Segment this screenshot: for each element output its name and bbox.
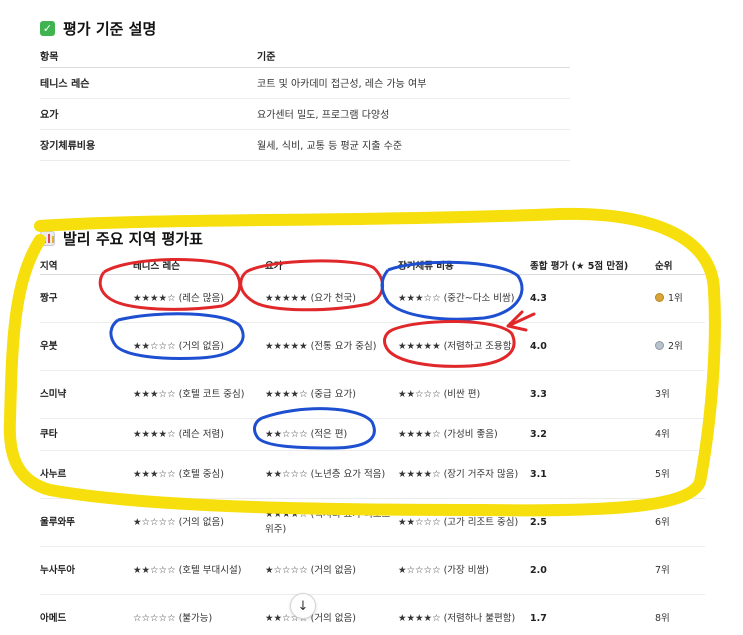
rank-cell: 8위 (655, 594, 705, 635)
scroll-down-button[interactable]: ↓ (290, 593, 316, 619)
region-cell: 스미냑 (40, 370, 133, 419)
cost-cell: ★★☆☆☆ (비싼 편) (398, 370, 530, 419)
cost-cell: ★★★★☆ (장기 거주자 많음) (398, 450, 530, 499)
cost-cell: ★☆☆☆☆ (가장 비쌈) (398, 546, 530, 595)
rank-cell: 3위 (655, 370, 705, 419)
region-cell: 누사두아 (40, 546, 133, 595)
table-row: 누사두아 ★★☆☆☆ (호텔 부대시설) ★☆☆☆☆ (거의 없음) ★☆☆☆☆… (40, 546, 705, 595)
score-cell: 3.1 (530, 450, 655, 499)
rank-cell: 1위 (655, 274, 705, 323)
criteria-title-text: 평가 기준 설명 (63, 20, 157, 38)
bar-chart-icon (40, 231, 55, 246)
score-cell: 2.5 (530, 498, 655, 547)
rank-cell: 6위 (655, 498, 705, 547)
header-cost: 장기체류 비용 (398, 256, 530, 275)
tennis-cell: ★★★★☆ (레슨 저렴) (133, 418, 265, 451)
table-row: 쿠타 ★★★★☆ (레슨 저렴) ★★☆☆☆ (적은 편) ★★★★☆ (가성비… (40, 418, 705, 451)
criteria-section-title: ✓ 평가 기준 설명 (40, 18, 156, 39)
yoga-cell: ★★☆☆☆ (거의 없음) (265, 594, 398, 635)
score-cell: 4.0 (530, 322, 655, 371)
table-row: 테니스 레슨 코트 및 아카데미 접근성, 레슨 가능 여부 (40, 67, 570, 99)
cost-cell: ★★★☆☆ (중간~다소 비쌈) (398, 274, 530, 323)
yoga-cell: ★★☆☆☆ (적은 편) (265, 418, 398, 451)
table-row: 짱구 ★★★★☆ (레슨 많음) ★★★★★ (요가 천국) ★★★☆☆ (중간… (40, 274, 705, 323)
criteria-item: 장기체류비용 (40, 129, 257, 161)
gold-medal-icon (655, 292, 664, 302)
region-cell: 울루와뚜 (40, 498, 133, 547)
table-row: 아메드 ☆☆☆☆☆ (불가능) ★★☆☆☆ (거의 없음) ★★★★☆ (저렴하… (40, 594, 705, 635)
region-cell: 짱구 (40, 274, 133, 323)
table-row: 장기체류비용 월세, 식비, 교통 등 평균 지출 수준 (40, 129, 570, 161)
header-rank: 순위 (655, 256, 705, 275)
criteria-item: 요가 (40, 98, 257, 130)
criteria-desc: 코트 및 아카데미 접근성, 레슨 가능 여부 (257, 67, 570, 99)
tennis-cell: ★☆☆☆☆ (거의 없음) (133, 498, 265, 547)
tennis-cell: ★★★★☆ (레슨 많음) (133, 274, 265, 323)
criteria-desc: 월세, 식비, 교통 등 평균 지출 수준 (257, 129, 570, 161)
table-row: 우붓 ★★☆☆☆ (거의 없음) ★★★★★ (전통 요가 중심) ★★★★★ … (40, 322, 705, 371)
table-row: 울루와뚜 ★☆☆☆☆ (거의 없음) ★★★★☆ (럭셔리 요가 리조트 위주)… (40, 498, 705, 547)
score-cell: 3.3 (530, 370, 655, 419)
yoga-cell: ★★★★★ (전통 요가 중심) (265, 322, 398, 371)
silver-medal-icon (655, 340, 664, 350)
table-row: 스미냑 ★★★☆☆ (호텔 코트 중심) ★★★★☆ (중급 요가) ★★☆☆☆… (40, 370, 705, 419)
evaluation-header-row: 지역 테니스 레슨 요가 장기체류 비용 종합 평가 (★ 5점 만점) 순위 (40, 256, 705, 275)
rank-cell: 4위 (655, 418, 705, 451)
header-yoga: 요가 (265, 256, 398, 275)
cost-cell: ★★★★☆ (저렴하나 불편함) (398, 594, 530, 635)
evaluation-section-title: 발리 주요 지역 평가표 (40, 228, 203, 249)
tennis-cell: ★★★☆☆ (호텔 코트 중심) (133, 370, 265, 419)
evaluation-table: 지역 테니스 레슨 요가 장기체류 비용 종합 평가 (★ 5점 만점) 순위 … (40, 256, 705, 635)
header-region: 지역 (40, 256, 133, 275)
evaluation-title-text: 발리 주요 지역 평가표 (63, 230, 203, 248)
arrow-down-icon: ↓ (297, 598, 309, 614)
cost-cell: ★★★★★ (저렴하고 조용함) (398, 322, 530, 371)
criteria-desc: 요가센터 밀도, 프로그램 다양성 (257, 98, 570, 130)
yoga-cell: ★★☆☆☆ (노년층 요가 적음) (265, 450, 398, 499)
cost-cell: ★★★★☆ (가성비 좋음) (398, 418, 530, 451)
yoga-cell: ★☆☆☆☆ (거의 없음) (265, 546, 398, 595)
table-row: 요가 요가센터 밀도, 프로그램 다양성 (40, 98, 570, 130)
score-cell: 2.0 (530, 546, 655, 595)
region-cell: 아메드 (40, 594, 133, 635)
score-cell: 3.2 (530, 418, 655, 451)
criteria-header-item: 항목 (40, 45, 257, 68)
header-score: 종합 평가 (★ 5점 만점) (530, 256, 655, 275)
criteria-header-desc: 기준 (257, 45, 570, 68)
score-cell: 4.3 (530, 274, 655, 323)
yoga-cell: ★★★★★ (요가 천국) (265, 274, 398, 323)
region-cell: 우붓 (40, 322, 133, 371)
region-cell: 쿠타 (40, 418, 133, 451)
tennis-cell: ☆☆☆☆☆ (불가능) (133, 594, 265, 635)
cost-cell: ★★☆☆☆ (고가 리조트 중심) (398, 498, 530, 547)
tennis-cell: ★★★☆☆ (호텔 중심) (133, 450, 265, 499)
yoga-cell: ★★★★☆ (중급 요가) (265, 370, 398, 419)
criteria-table: 항목 기준 테니스 레슨 코트 및 아카데미 접근성, 레슨 가능 여부 요가 … (40, 45, 570, 161)
score-cell: 1.7 (530, 594, 655, 635)
rank-cell: 2위 (655, 322, 705, 371)
rank-text: 1위 (668, 292, 683, 304)
tennis-cell: ★★☆☆☆ (거의 없음) (133, 322, 265, 371)
check-mark-icon: ✓ (40, 21, 55, 36)
table-row: 사누르 ★★★☆☆ (호텔 중심) ★★☆☆☆ (노년층 요가 적음) ★★★★… (40, 450, 705, 499)
header-tennis: 테니스 레슨 (133, 256, 265, 275)
criteria-header-row: 항목 기준 (40, 45, 570, 68)
criteria-item: 테니스 레슨 (40, 67, 257, 99)
yoga-cell: ★★★★☆ (럭셔리 요가 리조트 위주) (265, 498, 398, 547)
rank-cell: 5위 (655, 450, 705, 499)
rank-text: 2위 (668, 340, 683, 352)
rank-cell: 7위 (655, 546, 705, 595)
region-cell: 사누르 (40, 450, 133, 499)
tennis-cell: ★★☆☆☆ (호텔 부대시설) (133, 546, 265, 595)
